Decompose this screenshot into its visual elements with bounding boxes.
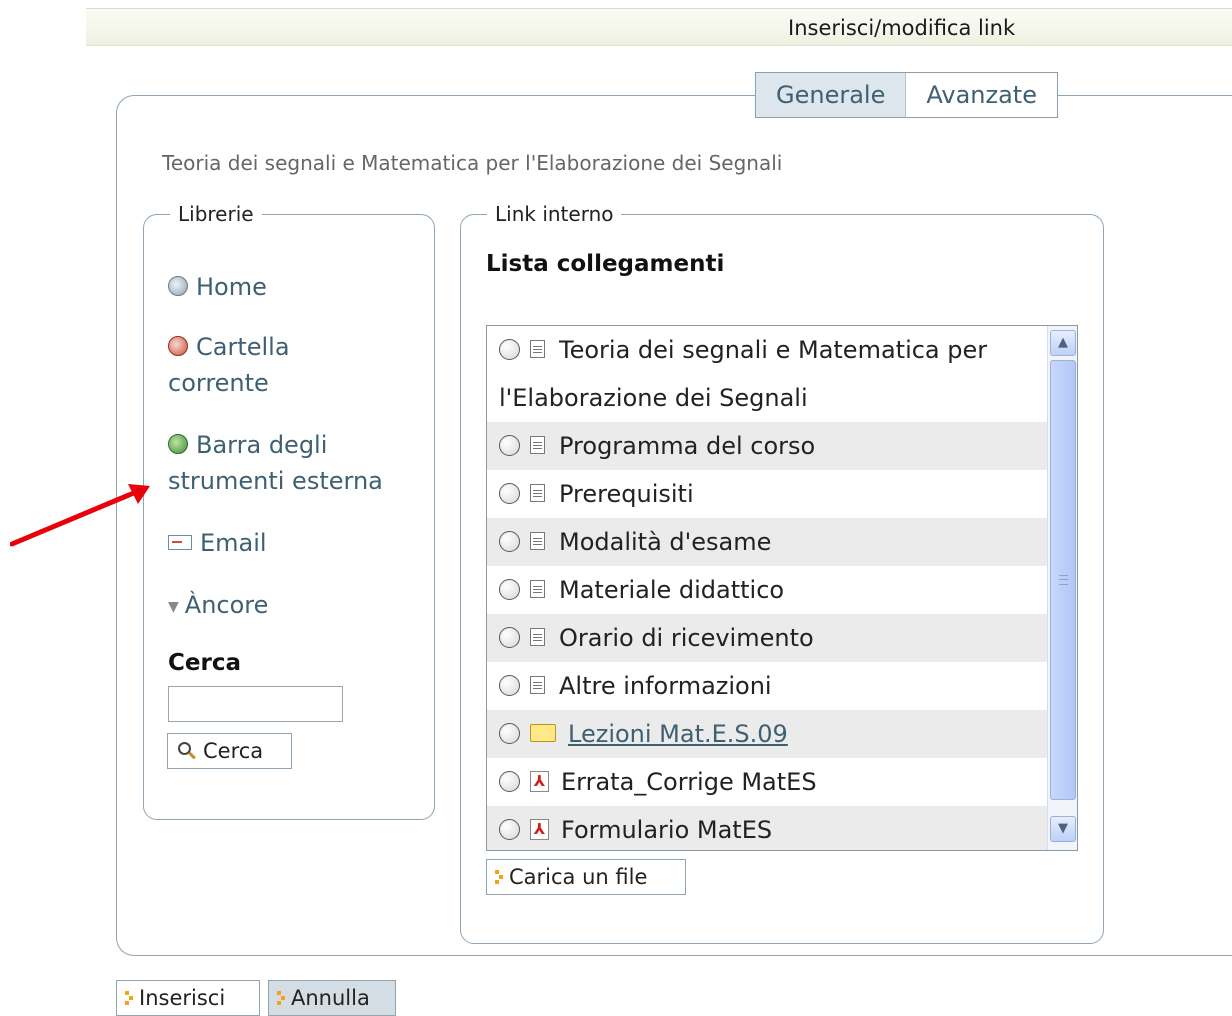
list-item-label: Teoria dei segnali e Matematica per l'El… [499, 336, 988, 412]
document-icon [530, 484, 545, 502]
list-item[interactable]: Prerequisiti [487, 470, 1049, 518]
globe-icon [168, 434, 188, 454]
library-item-label: Email [200, 529, 267, 557]
tab-avanzate[interactable]: Avanzate [906, 73, 1057, 117]
library-item-anchors[interactable]: ▼ Àncore [168, 587, 268, 627]
insert-icon [125, 991, 133, 1005]
dialog-title-bar: Inserisci/modifica link [86, 8, 1232, 46]
radio-button[interactable] [499, 578, 520, 600]
radio-button[interactable] [499, 722, 520, 744]
library-item-home[interactable]: Home [168, 269, 267, 305]
document-icon [530, 580, 545, 598]
document-icon [530, 676, 545, 694]
radio-button[interactable] [499, 770, 520, 792]
cancel-icon [277, 991, 285, 1005]
home-icon [168, 276, 188, 296]
pdf-icon: ⅄ [530, 770, 549, 792]
list-item-label: Errata_Corrige MatES [561, 768, 817, 796]
cancel-button-label: Annulla [291, 986, 370, 1010]
libraries-legend: Librerie [170, 202, 262, 226]
list-item[interactable]: Modalità d'esame [487, 518, 1049, 566]
search-button-label: Cerca [203, 739, 264, 763]
document-icon [530, 628, 545, 646]
list-item-label: Altre informazioni [559, 672, 772, 700]
list-item-label: Materiale didattico [559, 576, 785, 604]
library-item-email[interactable]: Email [168, 525, 267, 561]
list-item-label: Modalità d'esame [559, 528, 772, 556]
search-input[interactable] [168, 686, 343, 722]
current-folder-icon [168, 336, 188, 356]
list-item[interactable]: Lezioni Mat.E.S.09 [487, 710, 1049, 758]
links-listbox[interactable]: Teoria dei segnali e Matematica per l'El… [486, 325, 1078, 851]
tab-generale[interactable]: Generale [756, 73, 907, 117]
upload-file-label: Carica un file [509, 865, 648, 889]
document-icon [530, 436, 545, 454]
list-item[interactable]: Materiale didattico [487, 566, 1049, 614]
search-icon [178, 741, 191, 755]
folder-icon [530, 724, 556, 742]
search-button[interactable]: Cerca [167, 733, 292, 769]
internal-link-legend: Link interno [487, 202, 622, 226]
list-item[interactable]: ⅄ Formulario MatES [487, 806, 1049, 850]
radio-button[interactable] [499, 338, 520, 360]
tab-bar: Generale Avanzate [755, 72, 1058, 118]
upload-file-button[interactable]: Carica un file [486, 859, 686, 895]
insert-button-label: Inserisci [139, 986, 226, 1010]
list-scrollbar[interactable]: ▲ ▼ [1047, 326, 1077, 850]
grip-icon [1059, 575, 1068, 585]
list-item-label: Prerequisiti [559, 480, 694, 508]
list-item-label: Programma del corso [559, 432, 816, 460]
links-list: Teoria dei segnali e Matematica per l'El… [487, 326, 1049, 850]
radio-button[interactable] [499, 530, 520, 552]
internal-link-panel: Link interno Lista collegamenti Teoria d… [460, 202, 1104, 944]
list-item-label: Orario di ricevimento [559, 624, 814, 652]
list-item-label: Formulario MatES [561, 816, 773, 844]
list-item[interactable]: Teoria dei segnali e Matematica per l'El… [487, 326, 1049, 422]
links-list-title: Lista collegamenti [486, 251, 725, 277]
anchor-icon: ▼ [168, 599, 179, 615]
library-item-current-folder[interactable]: Cartella corrente [168, 329, 338, 401]
list-item[interactable]: ⅄ Errata_Corrige MatES [487, 758, 1049, 806]
document-icon [530, 340, 545, 358]
list-item[interactable]: Altre informazioni [487, 662, 1049, 710]
scroll-up-button[interactable]: ▲ [1050, 330, 1076, 356]
search-title: Cerca [168, 650, 241, 676]
list-item-link[interactable]: Lezioni Mat.E.S.09 [564, 720, 788, 748]
list-item[interactable]: Orario di ricevimento [487, 614, 1049, 662]
upload-icon [495, 870, 503, 884]
libraries-panel: Librerie Home Cartella corrente Barra de… [143, 202, 435, 820]
scroll-down-button[interactable]: ▼ [1050, 816, 1076, 842]
email-icon [168, 534, 192, 550]
annotation-arrow-icon [10, 484, 150, 547]
radio-button[interactable] [499, 674, 520, 696]
library-item-label: Barra degli strumenti esterna [168, 431, 383, 495]
pdf-icon: ⅄ [530, 818, 549, 840]
library-item-label: Àncore [184, 591, 269, 619]
document-icon [530, 532, 545, 550]
dialog-title: Inserisci/modifica link [788, 16, 1016, 40]
radio-button[interactable] [499, 818, 520, 840]
radio-button[interactable] [499, 482, 520, 504]
scroll-thumb[interactable] [1050, 360, 1076, 800]
library-item-label: Home [196, 273, 267, 301]
radio-button[interactable] [499, 434, 520, 456]
list-item[interactable]: Programma del corso [487, 422, 1049, 470]
insert-button[interactable]: Inserisci [116, 980, 260, 1016]
radio-button[interactable] [499, 626, 520, 648]
cancel-button[interactable]: Annulla [268, 980, 396, 1016]
library-item-external-toolbar[interactable]: Barra degli strumenti esterna [168, 427, 408, 499]
breadcrumb: Teoria dei segnali e Matematica per l'El… [162, 151, 783, 175]
